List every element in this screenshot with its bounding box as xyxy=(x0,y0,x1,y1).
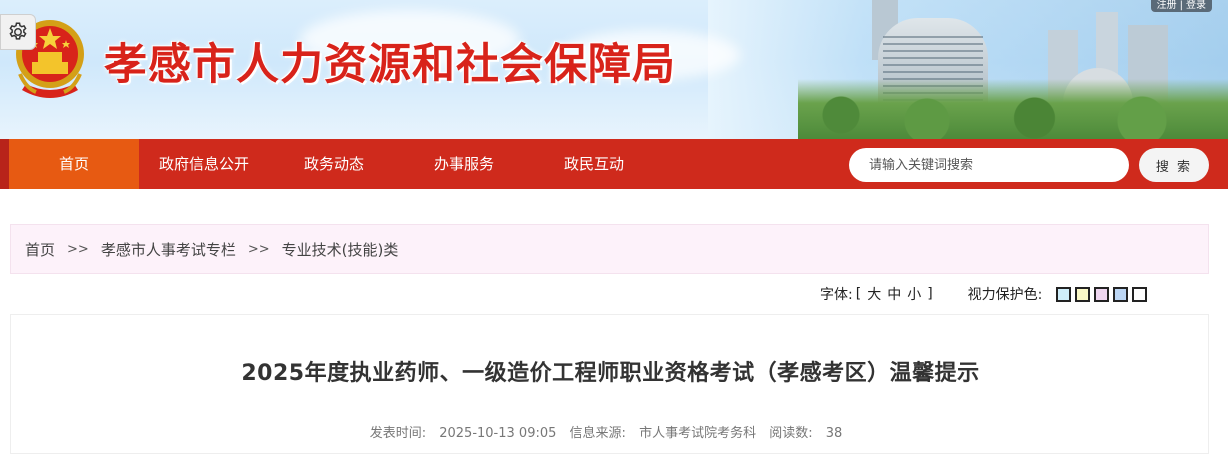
gear-icon xyxy=(9,22,27,40)
article-title: 2025年度执业药师、一级造价工程师职业资格考试（孝感考区）温馨提示 xyxy=(241,361,980,386)
bracket-close: ] xyxy=(927,286,933,302)
nav-item-news[interactable]: 政务动态 xyxy=(269,139,399,189)
reads-label: 阅读数: xyxy=(769,426,813,441)
source-label: 信息来源: xyxy=(569,426,626,441)
breadcrumb: 首页 >> 孝感市人事考试专栏 >> 专业技术(技能)类 xyxy=(10,224,1209,274)
eye-color-swatch-pink[interactable] xyxy=(1094,286,1110,302)
eye-color-swatch-blue[interactable] xyxy=(1113,286,1129,302)
font-size-large[interactable]: 大 xyxy=(867,284,881,304)
reads-count: 38 xyxy=(825,426,843,441)
breadcrumb-home[interactable]: 首页 xyxy=(25,239,55,260)
nav-item-services[interactable]: 办事服务 xyxy=(399,139,529,189)
font-size-label: 字体: xyxy=(820,287,853,303)
account-separator: | xyxy=(1179,0,1183,11)
search-button[interactable]: 搜 索 xyxy=(1139,148,1209,182)
breadcrumb-separator: >> xyxy=(247,241,270,257)
nav-item-home[interactable]: 首页 xyxy=(9,139,139,189)
publish-time-label: 发表时间: xyxy=(369,426,427,441)
nav-item-gov-info[interactable]: 政府信息公开 xyxy=(139,139,269,189)
account-links: 注册 | 登录 xyxy=(1150,0,1212,12)
font-size-small[interactable]: 小 xyxy=(907,284,921,304)
breadcrumb-current[interactable]: 专业技术(技能)类 xyxy=(282,239,399,260)
bracket-open: [ xyxy=(855,286,862,302)
font-size-control: 字体: [ 大 中 小 ] xyxy=(820,284,936,304)
eye-protection-label: 视力保护色: xyxy=(967,287,1043,303)
nav-edge xyxy=(0,139,9,189)
site-banner: 孝感市人力资源和社会保障局 注册 | 登录 xyxy=(0,0,1228,139)
eye-color-swatch-white[interactable] xyxy=(1132,286,1148,302)
source-value: 市人事考试院考务科 xyxy=(639,426,757,441)
main-nav: 首页 政府信息公开 政务动态 办事服务 政民互动 搜 索 xyxy=(0,139,1228,189)
font-size-medium[interactable]: 中 xyxy=(887,284,901,304)
article-meta: 发表时间: 2025-10-13 09:05 信息来源: 市人事考试院考务科 阅… xyxy=(11,422,1210,441)
publish-time: 2025-10-13 09:05 xyxy=(439,426,557,441)
search-input[interactable] xyxy=(849,148,1129,182)
register-link[interactable]: 注册 xyxy=(1157,0,1177,12)
nav-item-interaction[interactable]: 政民互动 xyxy=(529,139,659,189)
login-link[interactable]: 登录 xyxy=(1186,0,1206,12)
site-title: 孝感市人力资源和社会保障局 xyxy=(104,40,676,90)
banner-trees xyxy=(798,79,1228,139)
settings-button[interactable] xyxy=(0,14,36,50)
eye-color-swatch-cyan[interactable] xyxy=(1056,286,1072,302)
breadcrumb-separator: >> xyxy=(67,241,89,257)
breadcrumb-exam-column[interactable]: 孝感市人事考试专栏 xyxy=(101,239,236,260)
eye-color-swatch-yellow[interactable] xyxy=(1075,286,1091,302)
article-panel: 2025年度执业药师、一级造价工程师职业资格考试（孝感考区）温馨提示 发表时间:… xyxy=(10,314,1209,454)
reading-tools: 字体: [ 大 中 小 ] 视力保护色: xyxy=(820,285,1151,303)
